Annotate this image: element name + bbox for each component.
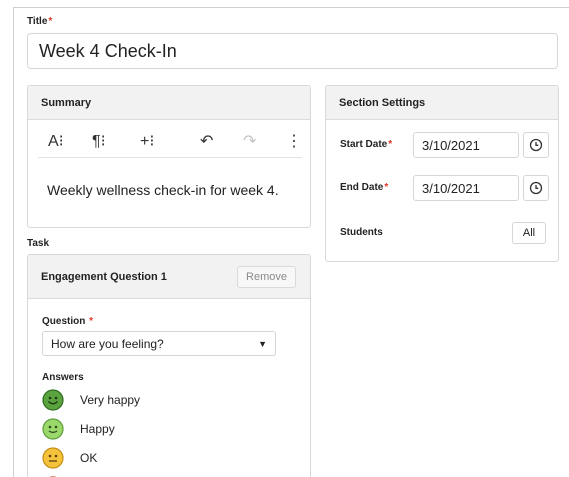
students-all-button[interactable]: All	[512, 222, 546, 244]
question-label: Question *	[42, 316, 93, 327]
happy-face-icon	[42, 418, 64, 440]
very-happy-face-icon	[42, 389, 64, 411]
neutral-face-icon	[42, 447, 64, 469]
summary-heading: Summary	[28, 86, 310, 120]
answer-label: Happy	[80, 422, 115, 436]
end-date-clock-button[interactable]	[523, 175, 549, 201]
required-mark: *	[384, 182, 389, 193]
title-input-value: Week 4 Check-In	[39, 41, 177, 61]
required-mark: *	[388, 139, 393, 150]
clock-icon	[529, 181, 543, 195]
section-settings-panel: Section Settings Start Date* 3/10/2021 E…	[325, 85, 559, 262]
engagement-question-card: Engagement Question 1 Remove Question * …	[27, 254, 311, 477]
title-input[interactable]: Week 4 Check-In	[27, 33, 558, 69]
paragraph-format-button[interactable]: ¶⁝	[92, 131, 106, 151]
question-select-value: How are you feeling?	[51, 337, 164, 351]
rich-text-toolbar: A⁝ ¶⁝ +⁝ ↶ ↷ ⋮	[38, 122, 302, 158]
end-date-label-text: End Date	[340, 182, 384, 193]
required-mark: *	[89, 316, 94, 327]
title-label-text: Title	[27, 16, 48, 27]
redo-button[interactable]: ↷	[243, 131, 256, 151]
answer-row-happy[interactable]: Happy	[42, 418, 115, 440]
undo-button[interactable]: ↶	[200, 131, 213, 151]
editor-frame: Title* Week 4 Check-In Summary A⁝ ¶⁝ +⁝ …	[13, 7, 569, 477]
remove-button[interactable]: Remove	[237, 266, 296, 288]
students-label: Students	[340, 227, 383, 238]
text-format-button[interactable]: A⁝	[48, 131, 64, 151]
start-date-clock-button[interactable]	[523, 132, 549, 158]
question-select[interactable]: How are you feeling? ▼	[42, 331, 276, 356]
required-mark: *	[48, 16, 53, 27]
start-date-label-text: Start Date	[340, 139, 388, 150]
more-options-button[interactable]: ⋮	[286, 131, 302, 151]
summary-editor-text[interactable]: Weekly wellness check-in for week 4.	[47, 182, 279, 198]
answer-label: Very happy	[80, 393, 141, 407]
dropdown-caret-icon: ▼	[258, 339, 267, 349]
task-label: Task	[27, 238, 50, 249]
answers-label: Answers	[42, 372, 84, 383]
summary-panel: Summary A⁝ ¶⁝ +⁝ ↶ ↷ ⋮ Weekly wellness c…	[27, 85, 311, 228]
start-date-label: Start Date*	[340, 139, 392, 150]
clock-icon	[529, 138, 543, 152]
end-date-label: End Date*	[340, 182, 388, 193]
answer-row-very-happy[interactable]: Very happy	[42, 389, 140, 411]
insert-button[interactable]: +⁝	[140, 131, 154, 151]
start-date-input[interactable]: 3/10/2021	[413, 132, 519, 158]
answer-label: OK	[80, 451, 98, 465]
title-label: Title*	[27, 16, 52, 27]
answer-row-ok[interactable]: OK	[42, 447, 97, 469]
end-date-input[interactable]: 3/10/2021	[413, 175, 519, 201]
question-label-text: Question	[42, 316, 86, 327]
section-settings-heading: Section Settings	[326, 86, 558, 120]
